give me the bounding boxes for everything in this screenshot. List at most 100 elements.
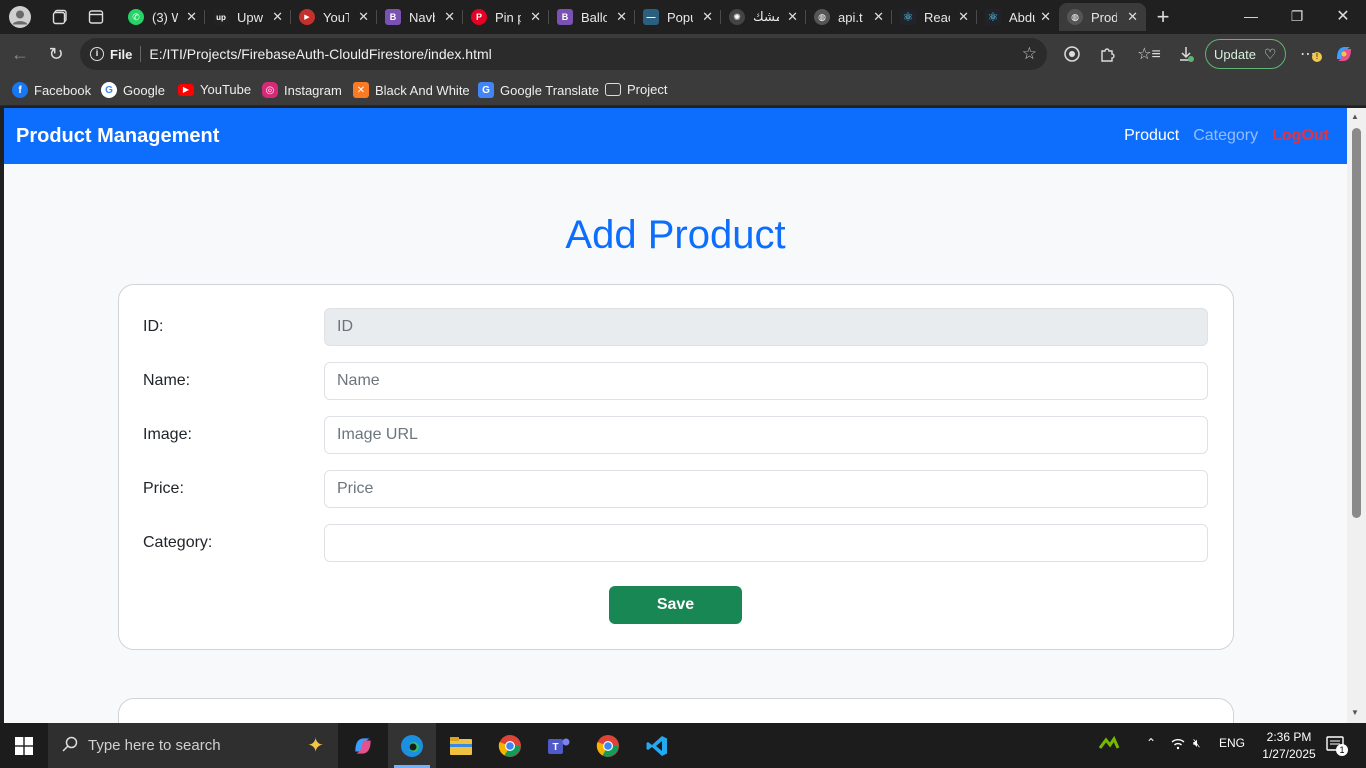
nav-link-product[interactable]: Product — [1124, 127, 1179, 145]
close-tab-icon[interactable]: ✕ — [358, 9, 369, 25]
vertical-tabs-icon[interactable] — [83, 4, 109, 30]
search-icon — [62, 736, 78, 756]
price-label: Price: — [143, 480, 184, 497]
restore-icon[interactable]: ❐ — [1274, 0, 1320, 32]
xampp-icon: ✕ — [353, 82, 369, 98]
image-label: Image: — [143, 426, 192, 443]
wifi-icon[interactable] — [1170, 736, 1186, 753]
bookmark-label: Facebook — [34, 82, 92, 98]
back-icon[interactable]: ← — [6, 41, 34, 67]
close-tab-icon[interactable]: ✕ — [186, 9, 197, 25]
nvidia-icon[interactable] — [1098, 735, 1120, 755]
browser-tab[interactable]: B Navb ✕ — [377, 3, 463, 31]
teams-icon[interactable]: T — [535, 723, 583, 768]
browser-tab-strip: ✆ (3) W ✕ up Upw ✕ ▶ YouT ✕ B Navb ✕ P P… — [0, 0, 1366, 34]
browser-tab[interactable]: ⚛ Reac ✕ — [892, 3, 977, 31]
profile-avatar-icon[interactable] — [7, 4, 33, 30]
more-options-icon[interactable]: ⋯! — [1296, 42, 1322, 66]
language-indicator[interactable]: ENG — [1219, 736, 1245, 750]
browser-tab[interactable]: — Popu ✕ — [635, 3, 721, 31]
close-tab-icon[interactable]: ✕ — [616, 9, 627, 25]
extensions-icon[interactable] — [1096, 42, 1120, 66]
page-title: Add Product — [565, 213, 786, 257]
url-text[interactable]: E:/ITI/Projects/FirebaseAuth-ClouldFires… — [149, 46, 491, 62]
price-field[interactable] — [324, 470, 1208, 508]
copilot-icon[interactable] — [1332, 42, 1356, 66]
close-tab-icon[interactable]: ✕ — [958, 9, 969, 25]
site-info-icon[interactable]: i — [90, 47, 104, 61]
browser-tab[interactable]: P Pin p ✕ — [463, 3, 549, 31]
bookmark-project[interactable]: Project — [605, 82, 667, 97]
page-scrollbar[interactable]: ▲ ▼ — [1347, 108, 1366, 723]
notifications-icon[interactable]: 1 — [1326, 736, 1348, 757]
scroll-down-icon[interactable]: ▼ — [1351, 708, 1359, 717]
openai-icon: ✺ — [729, 9, 745, 25]
minimize-icon[interactable]: — — [1228, 0, 1274, 32]
close-tab-icon[interactable]: ✕ — [530, 9, 541, 25]
bookmark-facebook[interactable]: f Facebook — [12, 82, 91, 98]
chrome-profile-icon[interactable] — [584, 723, 632, 768]
reload-icon[interactable]: ↻ — [42, 41, 70, 67]
browser-tab[interactable]: ⚛ Abdu ✕ — [977, 3, 1059, 31]
bookmark-label: Google Translate — [500, 82, 600, 98]
category-label: Category: — [143, 534, 213, 551]
bookmark-label: Google — [123, 82, 165, 98]
image-url-field[interactable] — [324, 416, 1208, 454]
divider — [140, 46, 142, 62]
update-button[interactable]: Update ♡ — [1205, 39, 1286, 69]
volume-icon[interactable]: 🔇︎ — [1193, 736, 1201, 751]
start-button[interactable] — [0, 723, 48, 768]
nav-link-category[interactable]: Category — [1193, 127, 1258, 145]
taskbar-search[interactable]: Type here to search ✦ — [48, 723, 338, 768]
bookmarks-bar: f Facebook G Google ▶ YouTube ◎ Instagra… — [0, 74, 1366, 106]
navbar-brand[interactable]: Product Management — [16, 125, 219, 148]
vscode-icon[interactable] — [633, 723, 681, 768]
browser-tab[interactable]: ◍ api.t ✕ — [806, 3, 892, 31]
file-explorer-icon[interactable] — [437, 723, 485, 768]
chrome-icon[interactable] — [486, 723, 534, 768]
bookmark-google-translate[interactable]: G Google Translate — [478, 82, 599, 98]
youtube-icon: ▶ — [299, 9, 315, 25]
navbar-links: Product Category LogOut — [1124, 127, 1329, 145]
new-tab-icon[interactable]: + — [1150, 4, 1176, 30]
tab-title: Reac — [924, 9, 950, 25]
search-placeholder: Type here to search — [88, 737, 221, 754]
bookmark-youtube[interactable]: ▶ YouTube — [178, 82, 251, 97]
browser-tab-active[interactable]: ◍ Prod ✕ — [1059, 3, 1146, 31]
browser-tab[interactable]: ▶ YouT ✕ — [291, 3, 377, 31]
browser-tab[interactable]: ✆ (3) W ✕ — [120, 3, 205, 31]
bookmark-black-and-white[interactable]: ✕ Black And White — [353, 82, 470, 98]
scrollbar-thumb[interactable] — [1352, 128, 1361, 518]
close-tab-icon[interactable]: ✕ — [272, 9, 283, 25]
youtube-icon: ▶ — [178, 83, 194, 96]
chevron-up-icon[interactable]: ⌃ — [1146, 736, 1156, 750]
browser-tab[interactable]: ✺ مشك ✕ — [721, 3, 806, 31]
system-clock[interactable]: 2:36 PM 1/27/2025 — [1256, 729, 1322, 763]
nav-link-logout[interactable]: LogOut — [1272, 127, 1329, 145]
category-field[interactable] — [324, 524, 1208, 562]
close-tab-icon[interactable]: ✕ — [444, 9, 455, 25]
copilot-app-icon[interactable] — [339, 723, 387, 768]
close-window-icon[interactable]: ✕ — [1320, 0, 1366, 32]
close-tab-icon[interactable]: ✕ — [1127, 9, 1138, 25]
close-tab-icon[interactable]: ✕ — [787, 9, 798, 25]
bookmark-instagram[interactable]: ◎ Instagram — [262, 82, 342, 98]
workspaces-icon[interactable] — [47, 4, 73, 30]
close-tab-icon[interactable]: ✕ — [702, 9, 713, 25]
downloads-icon[interactable] — [1174, 42, 1198, 66]
tab-title: Ballo — [581, 9, 607, 25]
bookmark-google[interactable]: G Google — [101, 82, 165, 98]
close-tab-icon[interactable]: ✕ — [1040, 9, 1051, 25]
close-tab-icon[interactable]: ✕ — [873, 9, 884, 25]
name-field[interactable] — [324, 362, 1208, 400]
save-button[interactable]: Save — [609, 586, 742, 624]
favorites-icon[interactable]: ☆≡ — [1137, 42, 1161, 66]
address-bar[interactable]: i File E:/ITI/Projects/FirebaseAuth-Clou… — [80, 38, 1047, 70]
scroll-up-icon[interactable]: ▲ — [1351, 112, 1359, 121]
browser-tab[interactable]: B Ballo ✕ — [549, 3, 635, 31]
edge-app-icon[interactable] — [388, 723, 436, 768]
id-label: ID: — [143, 318, 164, 335]
browser-tab[interactable]: up Upw ✕ — [205, 3, 291, 31]
favorite-star-icon[interactable]: ☆ — [1022, 44, 1037, 64]
tracking-prevention-icon[interactable] — [1060, 42, 1084, 66]
